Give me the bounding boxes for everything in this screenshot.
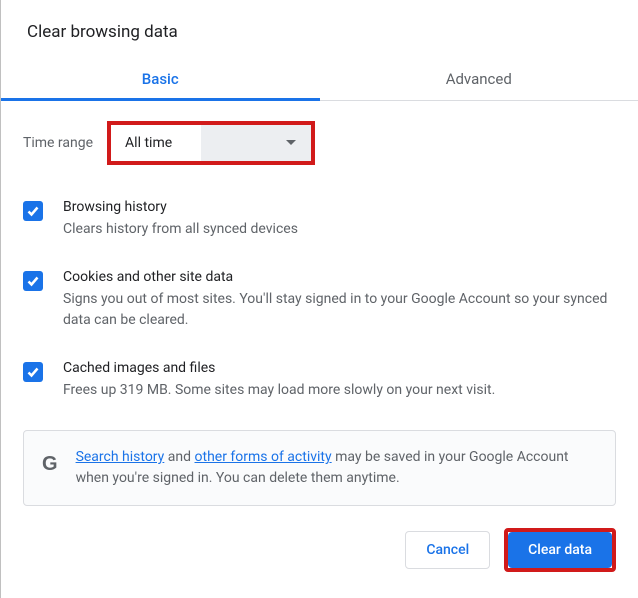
option-browsing-history: Browsing history Clears history from all… [23, 199, 616, 239]
info-text: Search history and other forms of activi… [76, 447, 597, 489]
option-desc: Signs you out of most sites. You'll stay… [63, 289, 616, 330]
checkbox-cache[interactable] [23, 362, 43, 382]
link-other-activity[interactable]: other forms of activity [195, 449, 332, 465]
clear-browsing-dialog: Clear browsing data Basic Advanced Time … [1, 0, 638, 506]
google-icon: G [42, 449, 58, 479]
dialog-actions: Cancel Clear data [405, 528, 616, 572]
option-texts: Cookies and other site data Signs you ou… [63, 269, 616, 330]
time-range-select[interactable]: All time [107, 121, 315, 165]
option-title: Cached images and files [63, 360, 616, 376]
checkbox-cookies[interactable] [23, 271, 43, 291]
tabs: Basic Advanced [1, 60, 638, 101]
option-title: Cookies and other site data [63, 269, 616, 285]
option-texts: Browsing history Clears history from all… [63, 199, 616, 239]
link-search-history[interactable]: Search history [76, 449, 165, 465]
clear-data-button[interactable]: Clear data [508, 532, 612, 568]
option-title: Browsing history [63, 199, 616, 215]
option-desc: Frees up 319 MB. Some sites may load mor… [63, 380, 616, 400]
cancel-button[interactable]: Cancel [405, 531, 490, 569]
clear-button-highlight: Clear data [504, 528, 616, 572]
option-cookies: Cookies and other site data Signs you ou… [23, 269, 616, 330]
time-range-value: All time [111, 125, 201, 161]
content: Time range All time Browsing history Cle… [1, 101, 638, 506]
dialog-title: Clear browsing data [1, 0, 638, 60]
option-desc: Clears history from all synced devices [63, 219, 616, 239]
option-cache: Cached images and files Frees up 319 MB.… [23, 360, 616, 400]
chevron-down-icon [201, 125, 311, 161]
tab-advanced[interactable]: Advanced [320, 60, 638, 100]
time-range-row: Time range All time [23, 121, 616, 165]
time-range-label: Time range [23, 135, 93, 151]
info-mid: and [164, 449, 194, 465]
option-texts: Cached images and files Frees up 319 MB.… [63, 360, 616, 400]
tab-basic[interactable]: Basic [1, 60, 320, 100]
checkbox-browsing-history[interactable] [23, 201, 43, 221]
info-box: G Search history and other forms of acti… [23, 430, 616, 506]
